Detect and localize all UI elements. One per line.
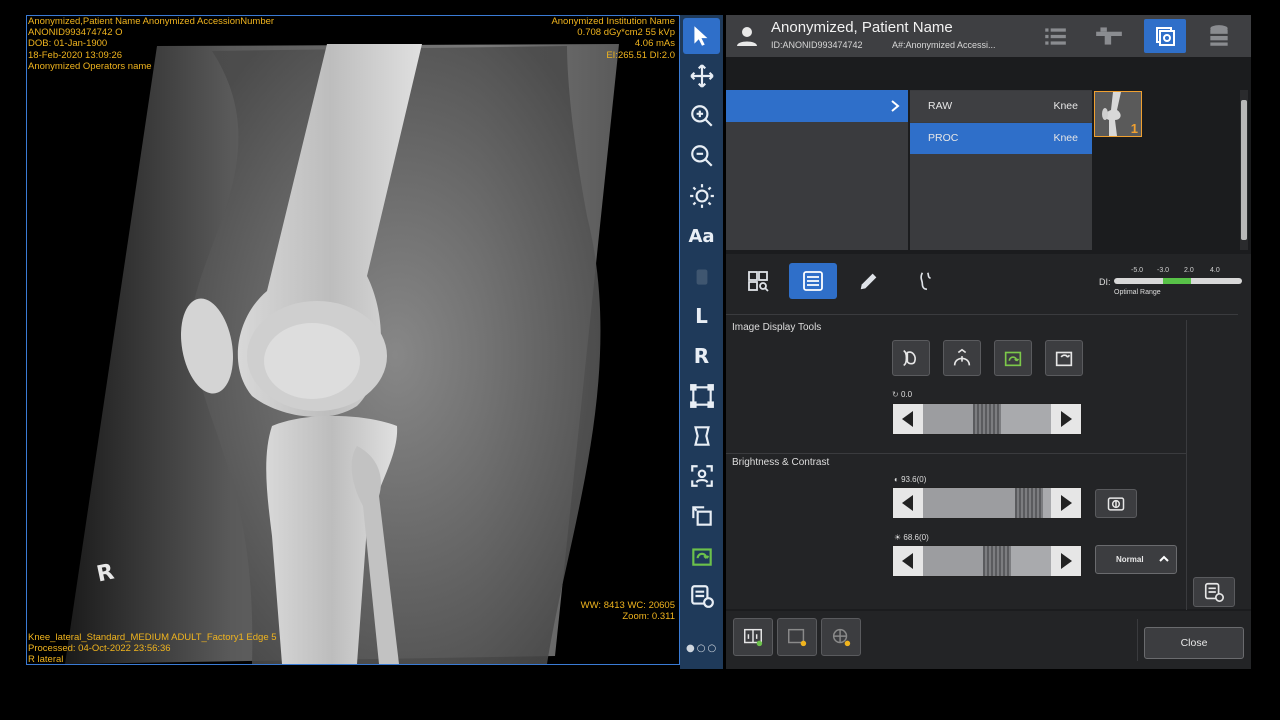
patient-id: ID:ANONID993474742	[771, 40, 863, 50]
di-label: DI:	[1099, 277, 1111, 287]
di-tick: 4.0	[1210, 267, 1220, 274]
rotate-small-icon: ↻	[892, 390, 901, 399]
brightness-value: ☀ 68.6(0)	[894, 533, 929, 542]
decrement-button[interactable]	[893, 488, 923, 518]
slider-handle[interactable]	[1015, 488, 1043, 518]
shutter-icon[interactable]	[683, 418, 720, 454]
bottom-bar: Close	[726, 611, 1251, 669]
annotation-text-icon[interactable]: Aa	[683, 218, 720, 254]
chevron-right-icon	[891, 100, 900, 112]
overlay-bottom-left: Knee_lateral_Standard_MEDIUM ADULT_Facto…	[28, 632, 277, 665]
tab-image-info[interactable]	[734, 263, 782, 299]
tab-processing[interactable]	[789, 263, 837, 299]
rotation-slider[interactable]	[892, 403, 1082, 435]
di-optimal-range	[1163, 278, 1191, 284]
processing-settings-button[interactable]	[1193, 577, 1235, 607]
brightness-small-icon: ☀	[894, 533, 904, 542]
reject-image-button[interactable]	[777, 618, 817, 656]
increment-button[interactable]	[1051, 546, 1081, 576]
thumbnail-index: 1	[1130, 121, 1138, 136]
preset-dropdown[interactable]: Normal	[1095, 545, 1177, 574]
series-type: PROC	[928, 132, 959, 144]
overlay-top-right: Anonymized Institution Name 0.708 dGy*cm…	[551, 16, 675, 61]
auto-window-button[interactable]	[1095, 489, 1137, 518]
storage-icon[interactable]	[1198, 19, 1240, 53]
flip-icon[interactable]	[683, 538, 720, 574]
print-settings-button[interactable]	[821, 618, 861, 656]
marker-l-button[interactable]: L	[683, 298, 720, 334]
increment-button[interactable]	[1051, 404, 1081, 434]
compare-button[interactable]	[733, 618, 773, 656]
series-row-proc[interactable]: PROC Knee	[910, 123, 1092, 154]
exam-item-selected[interactable]	[726, 90, 908, 122]
patient-header: Anonymized, Patient Name ID:ANONID993474…	[726, 15, 1251, 57]
divider	[1186, 320, 1187, 610]
divider	[726, 453, 1186, 454]
image-viewport[interactable]: R Anonymized,Patient Name Anonymized Acc…	[26, 15, 680, 665]
series-tools-icon[interactable]	[683, 578, 720, 614]
brightness-icon[interactable]	[683, 178, 720, 214]
slider-handle[interactable]	[973, 404, 1001, 434]
control-panel: Anonymized, Patient Name ID:ANONID993474…	[726, 15, 1251, 669]
di-tick: -5.0	[1131, 267, 1144, 274]
exam-table-icon[interactable]	[1088, 19, 1130, 53]
series-body-part: Knee	[1053, 100, 1078, 112]
crop-icon[interactable]	[683, 378, 720, 414]
zoom-out-icon[interactable]	[683, 138, 720, 174]
section-image-display: Image Display Tools	[732, 322, 822, 333]
mirror-image-button[interactable]	[1045, 340, 1083, 376]
di-tick: 2.0	[1184, 267, 1194, 274]
marker-r-button[interactable]: R	[683, 338, 720, 374]
user-icon	[735, 24, 759, 48]
tools-area: -5.0 -3.0 2.0 4.0 DI: Optimal Range Imag…	[726, 254, 1251, 610]
list-icon[interactable]	[1034, 19, 1076, 53]
overlay-top-left: Anonymized,Patient Name Anonymized Acces…	[28, 16, 275, 72]
vertical-toolbar: Aa L R ●○○	[680, 15, 723, 669]
series-body-part: Knee	[1053, 132, 1078, 144]
brightness-value-text: 68.6(0)	[903, 533, 929, 542]
slider-handle[interactable]	[983, 546, 1011, 576]
divider	[1137, 619, 1138, 661]
di-range-label: Optimal Range	[1114, 289, 1161, 296]
increment-button[interactable]	[1051, 488, 1081, 518]
decrement-button[interactable]	[893, 404, 923, 434]
image-viewer-icon[interactable]	[1144, 19, 1186, 53]
divider	[726, 314, 1238, 315]
series-browser: RAW Knee PROC Knee 1	[726, 60, 1251, 250]
tab-annotate[interactable]	[845, 263, 893, 299]
pointer-icon[interactable]	[683, 18, 720, 54]
contrast-icon: ◐	[894, 475, 902, 484]
pan-icon[interactable]	[683, 58, 720, 94]
accession-number: A#:Anonymized Accessi...	[892, 40, 996, 50]
disabled-icon	[683, 258, 720, 294]
tab-anatomy[interactable]	[902, 263, 950, 299]
rotate-icon[interactable]	[683, 498, 720, 534]
invert-button[interactable]	[892, 340, 930, 376]
decrement-button[interactable]	[893, 546, 923, 576]
rotate-image-button[interactable]	[943, 340, 981, 376]
series-row-raw[interactable]: RAW Knee	[910, 91, 1092, 122]
preset-dropdown-label: Normal	[1116, 555, 1144, 564]
toolbar-pager[interactable]: ●○○	[686, 643, 718, 654]
close-button[interactable]: Close	[1144, 627, 1244, 659]
scrollbar-thumb[interactable]	[1241, 100, 1247, 240]
contrast-value-text: 93.6(0)	[901, 475, 927, 484]
image-thumbnail[interactable]: 1	[1094, 91, 1142, 137]
flip-image-button[interactable]	[994, 340, 1032, 376]
chevron-up-icon	[1159, 555, 1169, 562]
brightness-slider[interactable]	[892, 545, 1082, 577]
section-brightness-contrast: Brightness & Contrast	[732, 457, 830, 468]
series-type: RAW	[928, 100, 953, 112]
di-tick: -3.0	[1157, 267, 1170, 274]
zoom-in-icon[interactable]	[683, 98, 720, 134]
contrast-value: ◐ 93.6(0)	[894, 475, 926, 484]
xray-image	[65, 44, 619, 664]
roi-icon[interactable]	[683, 458, 720, 494]
contrast-slider[interactable]	[892, 487, 1082, 519]
overlay-bottom-right: WW: 8413 WC: 20605 Zoom: 0.311	[580, 600, 675, 623]
rotation-value-text: 0.0	[900, 390, 913, 399]
rotation-value: ↻ 0.0	[892, 390, 912, 399]
patient-name: Anonymized, Patient Name	[771, 19, 953, 36]
